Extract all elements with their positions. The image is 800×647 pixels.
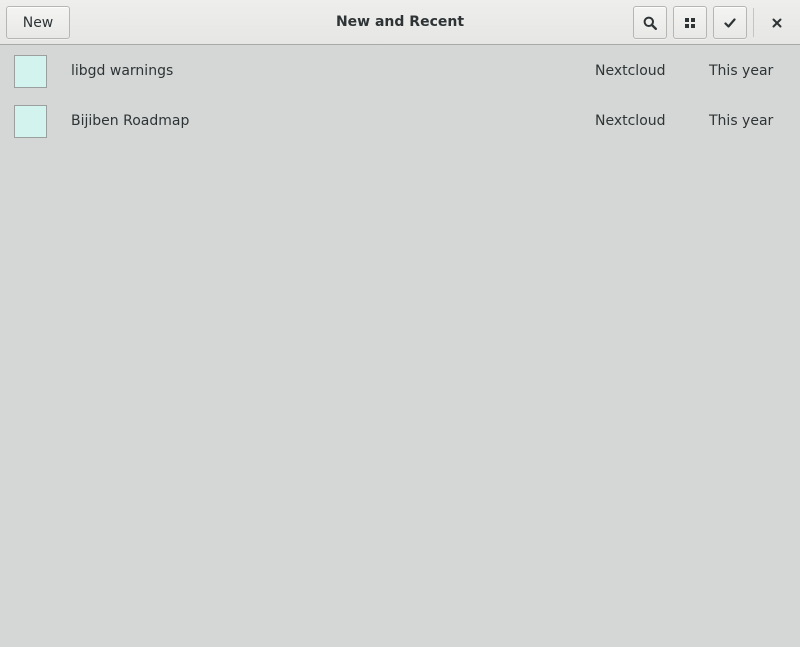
document-thumbnail <box>14 55 47 88</box>
new-button[interactable]: New <box>6 6 70 39</box>
document-source: Nextcloud <box>595 63 666 79</box>
page-title: New and Recent <box>335 14 465 30</box>
document-thumbnail <box>14 105 47 138</box>
checkmark-icon <box>724 17 736 29</box>
document-date: This year <box>709 113 774 129</box>
close-button[interactable] <box>760 6 793 39</box>
header-bar: New New and Recent <box>0 0 800 45</box>
search-icon <box>643 16 657 30</box>
selection-mode-button[interactable] <box>713 6 747 39</box>
grid-view-icon <box>684 17 696 29</box>
document-name: libgd warnings <box>71 63 174 79</box>
document-date: This year <box>709 63 774 79</box>
search-button[interactable] <box>633 6 667 39</box>
list-item[interactable]: libgd warnings Nextcloud This year <box>0 46 800 96</box>
document-list: libgd warnings Nextcloud This year Bijib… <box>0 46 800 146</box>
header-separator <box>753 8 754 37</box>
document-source: Nextcloud <box>595 113 666 129</box>
view-mode-button[interactable] <box>673 6 707 39</box>
new-button-label: New <box>22 14 54 31</box>
document-name: Bijiben Roadmap <box>71 113 190 129</box>
documents-window: New New and Recent libgd warnings Nextcl… <box>0 0 800 647</box>
list-item[interactable]: Bijiben Roadmap Nextcloud This year <box>0 96 800 146</box>
close-icon <box>772 18 782 28</box>
